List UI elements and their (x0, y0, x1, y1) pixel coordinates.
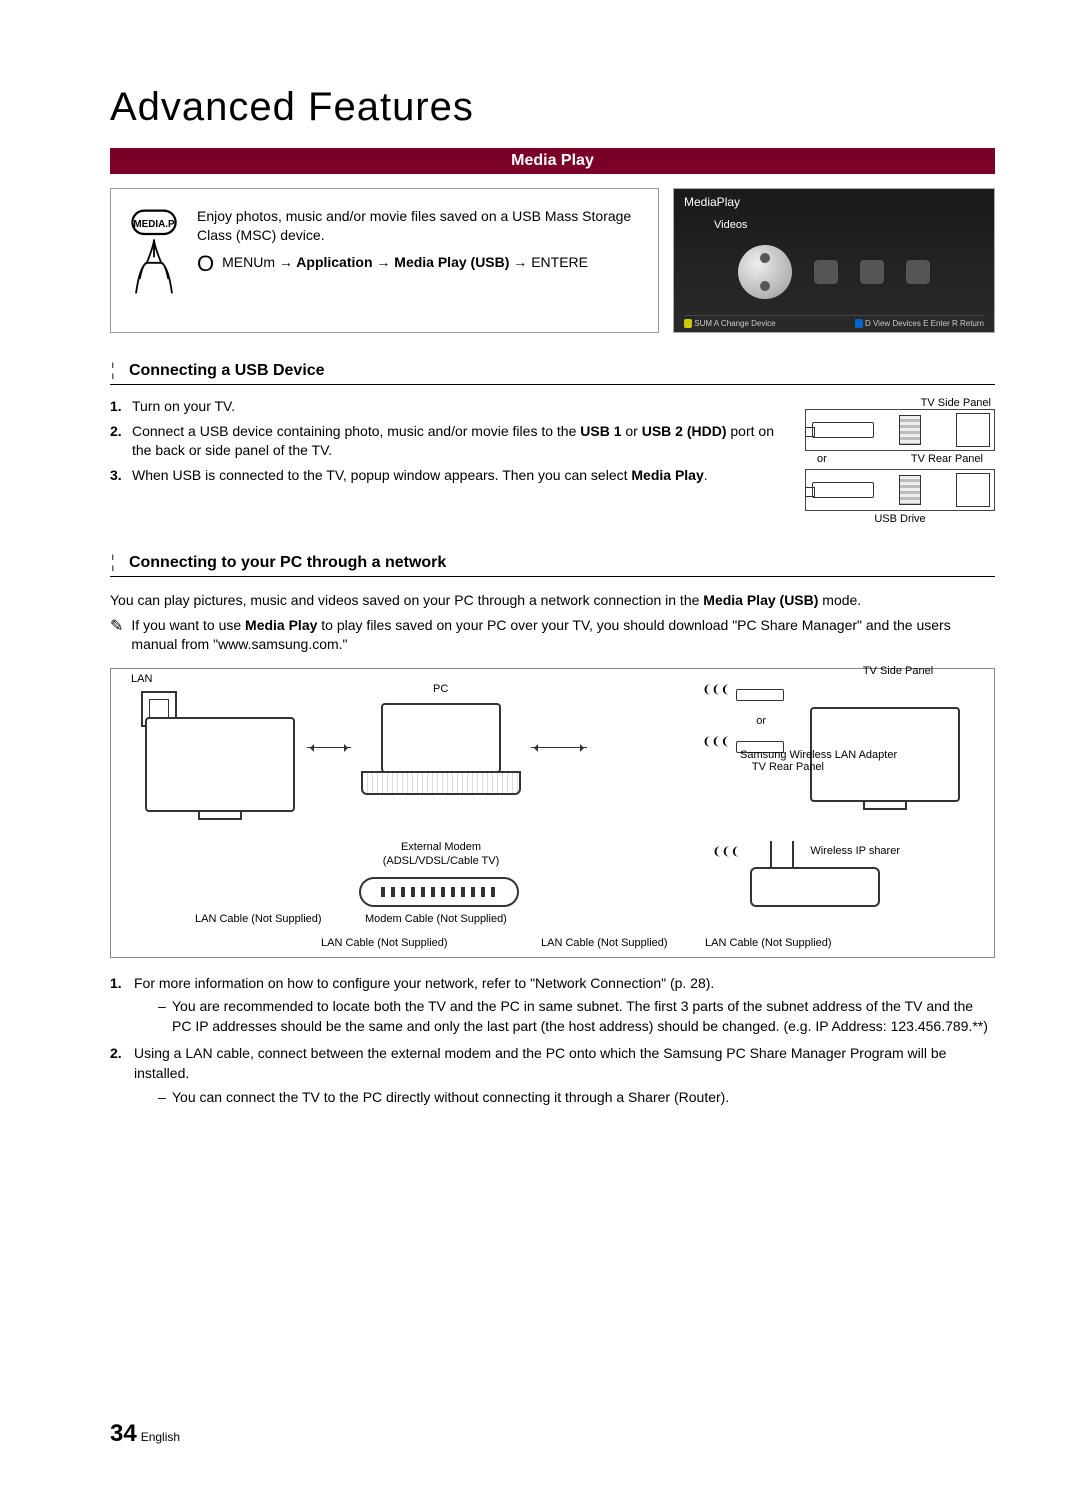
pc-icon (361, 703, 521, 803)
usb-section: 1.Turn on your TV. 2.Connect a USB devic… (110, 397, 995, 525)
usb-port-icon (899, 415, 921, 445)
intro-box: MEDIA.P Enjoy photos, music and/or movie… (110, 188, 659, 333)
usb-port-icon (899, 475, 921, 505)
mediaplay-screenshot: MediaPlay Videos SUM A Change Device D V… (673, 188, 995, 333)
intro-text: Enjoy photos, music and/or movie files s… (197, 207, 644, 302)
menu-path-text: MENUm → Application → Media Play (USB) →… (222, 253, 588, 272)
menu-icon: O (197, 253, 214, 275)
usb-stick-icon (812, 482, 874, 498)
wireless-icon: ❨❨❨ (702, 683, 730, 696)
category-icon (906, 260, 930, 284)
remote-press-icon: MEDIA.P (125, 207, 183, 297)
list-item: 1. For more information on how to config… (110, 974, 995, 1037)
network-diagram: LAN PC ❨❨❨ or ❨❨❨ TV Side Panel Samsung … (110, 668, 995, 958)
category-icon (860, 260, 884, 284)
page-footer: 34English (110, 1420, 180, 1448)
note: ✎ If you want to use Media Play to play … (110, 616, 995, 654)
mp-footer-bar: SUM A Change Device D View Devices E Ent… (684, 315, 984, 328)
film-reel-icon (738, 245, 792, 299)
net-heading: ¦ Connecting to your PC through a networ… (110, 551, 995, 577)
router-icon (750, 867, 880, 907)
net-intro: You can play pictures, music and videos … (110, 591, 995, 610)
modem-icon (359, 877, 519, 907)
list-item: 3.When USB is connected to the TV, popup… (110, 466, 785, 485)
intro-row: MEDIA.P Enjoy photos, music and/or movie… (110, 188, 995, 333)
arrow-icon (531, 747, 587, 748)
list-item: 1.Turn on your TV. (110, 397, 785, 416)
panel-slot-icon (956, 413, 990, 447)
media-play-banner: Media Play (110, 148, 995, 174)
list-item: 2.Connect a USB device containing photo,… (110, 422, 785, 460)
menu-path: O MENUm → Application → Media Play (USB)… (197, 253, 644, 275)
mp-title: MediaPlay (684, 195, 984, 209)
note-icon: ✎ (110, 616, 123, 654)
svg-text:MEDIA.P: MEDIA.P (133, 219, 175, 230)
usb-stick-icon (812, 422, 874, 438)
usb-adapter-icon (736, 689, 784, 701)
tv-icon (145, 717, 295, 812)
intro-description: Enjoy photos, music and/or movie files s… (197, 207, 644, 245)
usb-diagram: TV Side Panel or TV Rear Panel USB Drive (805, 397, 995, 525)
list-item: 2. Using a LAN cable, connect between th… (110, 1044, 995, 1107)
wireless-icon: ❨❨❨ (712, 845, 740, 858)
net-steps: 1. For more information on how to config… (110, 974, 995, 1108)
page-title: Advanced Features (110, 85, 995, 130)
usb-heading: ¦ Connecting a USB Device (110, 359, 995, 385)
wireless-icon: ❨❨❨ (702, 735, 730, 748)
mp-selected: Videos (714, 219, 984, 231)
category-icon (814, 260, 838, 284)
panel-slot-icon (956, 473, 990, 507)
usb-steps: 1.Turn on your TV. 2.Connect a USB devic… (110, 397, 785, 525)
arrow-icon (307, 747, 351, 748)
